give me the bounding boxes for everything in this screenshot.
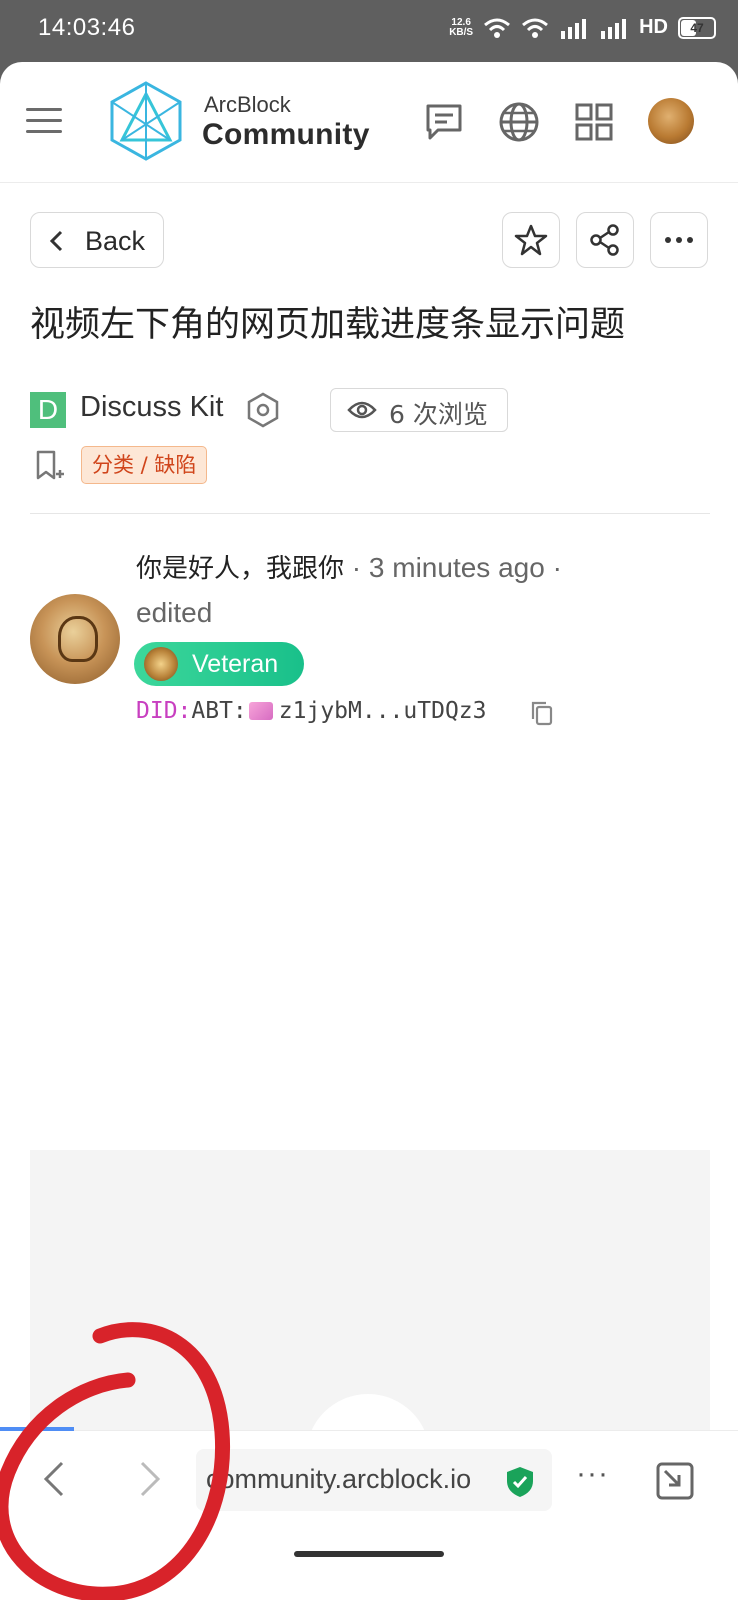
page: ArcBlock Community Back 视频左下角的网页加载进度条显示问… (0, 62, 738, 1600)
share-icon (590, 224, 619, 256)
edited-label: edited (136, 597, 213, 628)
share-button[interactable] (576, 212, 634, 268)
author-line: 你是好人，我跟你 · 3 minutes ago · edited (136, 546, 656, 634)
status-icons: 12.6 KB/S HD 47 (449, 16, 716, 39)
bookmark-add-icon[interactable] (34, 448, 66, 484)
view-count-label: 6 次浏览 (389, 400, 488, 429)
star-icon (514, 224, 548, 256)
signal-4g-icon (601, 18, 627, 39)
brand-name: ArcBlock (204, 92, 291, 117)
status-time: 14:03:46 (38, 14, 136, 41)
post-title: 视频左下角的网页加载进度条显示问题 (30, 305, 626, 345)
menu-icon[interactable] (26, 108, 62, 134)
category-tag[interactable]: 分类 / 缺陷 (81, 446, 208, 484)
copy-icon[interactable] (530, 700, 554, 726)
hd-indicator: HD (639, 16, 668, 38)
url-text: community.arcblock.io (206, 1464, 472, 1494)
veteran-badge: Veteran (134, 642, 304, 686)
signal-5g-icon (561, 18, 587, 39)
home-indicator[interactable] (294, 1551, 444, 1557)
browser-menu-icon[interactable]: ··· (576, 1457, 609, 1491)
separator: · (351, 552, 362, 583)
globe-icon[interactable] (497, 100, 541, 144)
address-bar[interactable]: community.arcblock.io (196, 1449, 552, 1511)
site-header: ArcBlock Community (0, 62, 738, 183)
chat-icon[interactable] (422, 100, 466, 144)
eye-icon (347, 401, 377, 419)
kit-logo: D (30, 392, 66, 428)
divider (30, 513, 710, 514)
did-address: DID:ABT: z1jybM...uTDQz3 (136, 698, 487, 724)
minimize-window-icon[interactable] (655, 1461, 695, 1501)
wifi-icon (484, 18, 511, 38)
did-avatar-icon (248, 702, 273, 720)
secure-shield-icon (507, 1467, 533, 1497)
badge-label: Veteran (192, 650, 279, 678)
more-button[interactable] (650, 212, 708, 268)
view-count: 6 次浏览 (330, 388, 508, 432)
author-name[interactable]: 你是好人，我跟你 (136, 554, 344, 584)
red-circle-annotation (0, 1322, 231, 1600)
more-icon (665, 237, 693, 243)
battery-icon: 47 (678, 16, 716, 39)
post-time: 3 minutes ago (368, 552, 545, 583)
separator: · (552, 552, 562, 583)
hexagon-settings-icon (247, 392, 279, 428)
chevron-left-icon (49, 230, 63, 252)
net-speed: 12.6 KB/S (449, 16, 474, 38)
arcblock-logo (110, 81, 182, 161)
back-label: Back (85, 226, 146, 256)
wifi-icon-2 (522, 18, 549, 38)
user-avatar[interactable] (648, 98, 694, 144)
author-avatar[interactable] (30, 594, 120, 684)
star-button[interactable] (502, 212, 560, 268)
medal-icon (144, 647, 178, 681)
apps-grid-icon[interactable] (572, 100, 616, 144)
kit-name[interactable]: Discuss Kit (80, 391, 223, 424)
status-bar: 14:03:46 12.6 KB/S HD 47 (0, 0, 738, 64)
brand-subtitle: Community (202, 118, 370, 151)
back-button[interactable]: Back (30, 212, 164, 268)
